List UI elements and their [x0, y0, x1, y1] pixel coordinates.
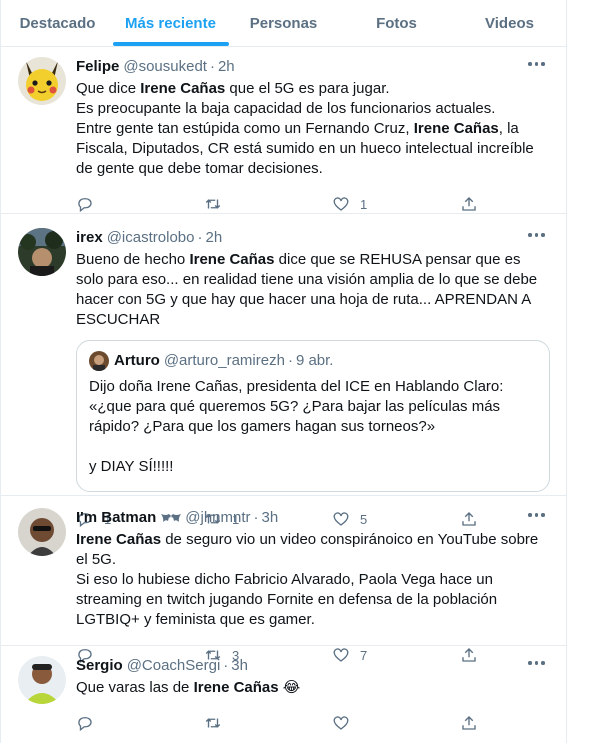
separator: · — [287, 352, 293, 369]
timestamp: 9 abr. — [295, 352, 334, 369]
timestamp[interactable]: 2h — [218, 57, 235, 77]
avatar[interactable] — [18, 57, 66, 105]
search-results-timeline: Destacado Más reciente Personas Fotos Vi… — [0, 0, 567, 743]
tab-fotos[interactable]: Fotos — [340, 0, 453, 46]
tweet-actions — [76, 704, 550, 742]
display-name[interactable]: I'm Batman — [76, 508, 156, 528]
tweet-header: Felipe @sousukedt · 2h — [76, 57, 550, 77]
like-count: 1 — [360, 196, 368, 212]
display-name: Arturo — [114, 352, 160, 369]
reply-icon — [78, 717, 92, 732]
tab-mas-reciente[interactable]: Más reciente — [114, 0, 227, 46]
tweet-header: Sergio @CoachSergi · 3h — [76, 656, 550, 676]
like-icon — [333, 197, 349, 211]
avatar[interactable] — [18, 228, 66, 276]
search-tabs: Destacado Más reciente Personas Fotos Vi… — [1, 0, 566, 47]
tweet-header: irex @icastrolobo · 2h — [76, 228, 550, 248]
quoted-tweet-text-2: y DIAY SÍ!!!!! — [89, 458, 174, 475]
tweet-header: I'm Batman @jhnmntr · 3h — [76, 508, 550, 528]
separator: · — [253, 509, 259, 526]
bat-icon — [161, 514, 182, 522]
display-name[interactable]: Sergio — [76, 656, 123, 676]
user-handle[interactable]: @sousukedt — [123, 57, 207, 77]
display-name[interactable]: irex — [76, 228, 103, 248]
like-button[interactable]: 1 — [332, 195, 460, 213]
avatar — [89, 351, 109, 371]
tweet[interactable]: Sergio @CoachSergi · 3h Que varas las de… — [1, 646, 566, 743]
tweet[interactable]: I'm Batman @jhnmntr · 3h Irene Cañas de … — [1, 496, 566, 664]
retweet-icon — [205, 718, 221, 728]
tab-personas[interactable]: Personas — [227, 0, 340, 46]
more-icon[interactable] — [528, 59, 546, 69]
display-name[interactable]: Felipe — [76, 57, 119, 77]
tab-destacado[interactable]: Destacado — [1, 0, 114, 46]
timestamp[interactable]: 2h — [205, 228, 222, 248]
quoted-tweet[interactable]: Arturo @arturo_ramirezh · 9 abr. Dijo do… — [76, 340, 550, 492]
avatar[interactable] — [18, 508, 66, 556]
tweet-text: Bueno de hecho Irene Cañas dice que se R… — [76, 251, 538, 328]
user-handle[interactable]: @CoachSergi — [127, 656, 221, 676]
timestamp[interactable]: 3h — [231, 656, 248, 676]
tweet[interactable]: Felipe @sousukedt · 2h Que dice Irene Ca… — [1, 47, 566, 214]
user-handle: @arturo_ramirezh — [163, 352, 285, 369]
user-handle[interactable]: @jhnmntr — [185, 508, 250, 528]
more-icon[interactable] — [528, 658, 546, 668]
timestamp[interactable]: 3h — [262, 508, 279, 528]
separator: · — [223, 657, 229, 674]
tab-videos[interactable]: Videos — [453, 0, 566, 46]
reply-button[interactable] — [76, 195, 204, 213]
share-button[interactable] — [460, 195, 488, 213]
share-icon — [462, 197, 476, 211]
separator: · — [197, 229, 203, 246]
quoted-tweet-header: Arturo @arturo_ramirezh · 9 abr. — [89, 351, 537, 371]
more-icon[interactable] — [528, 230, 546, 240]
tweet-text: Irene Cañas de seguro vio un video consp… — [76, 531, 539, 628]
like-button[interactable] — [332, 714, 460, 732]
tweet[interactable]: irex @icastrolobo · 2h Bueno de hecho Ir… — [1, 214, 566, 528]
reply-icon — [78, 198, 92, 213]
retweet-button[interactable] — [204, 714, 332, 732]
share-icon — [462, 716, 476, 730]
retweet-icon — [205, 199, 221, 209]
tweet-text: Que varas las de Irene Cañas 😂 — [76, 679, 301, 696]
avatar[interactable] — [18, 656, 66, 704]
quoted-tweet-text: Dijo doña Irene Cañas, presidenta del IC… — [89, 378, 504, 435]
retweet-button[interactable] — [204, 195, 332, 213]
like-icon — [333, 716, 349, 730]
separator: · — [209, 58, 215, 75]
user-handle[interactable]: @icastrolobo — [107, 228, 195, 248]
more-icon[interactable] — [528, 510, 546, 520]
share-button[interactable] — [460, 714, 488, 732]
reply-button[interactable] — [76, 714, 204, 732]
tweet-text: Que dice Irene Cañas que el 5G es para j… — [76, 80, 534, 177]
